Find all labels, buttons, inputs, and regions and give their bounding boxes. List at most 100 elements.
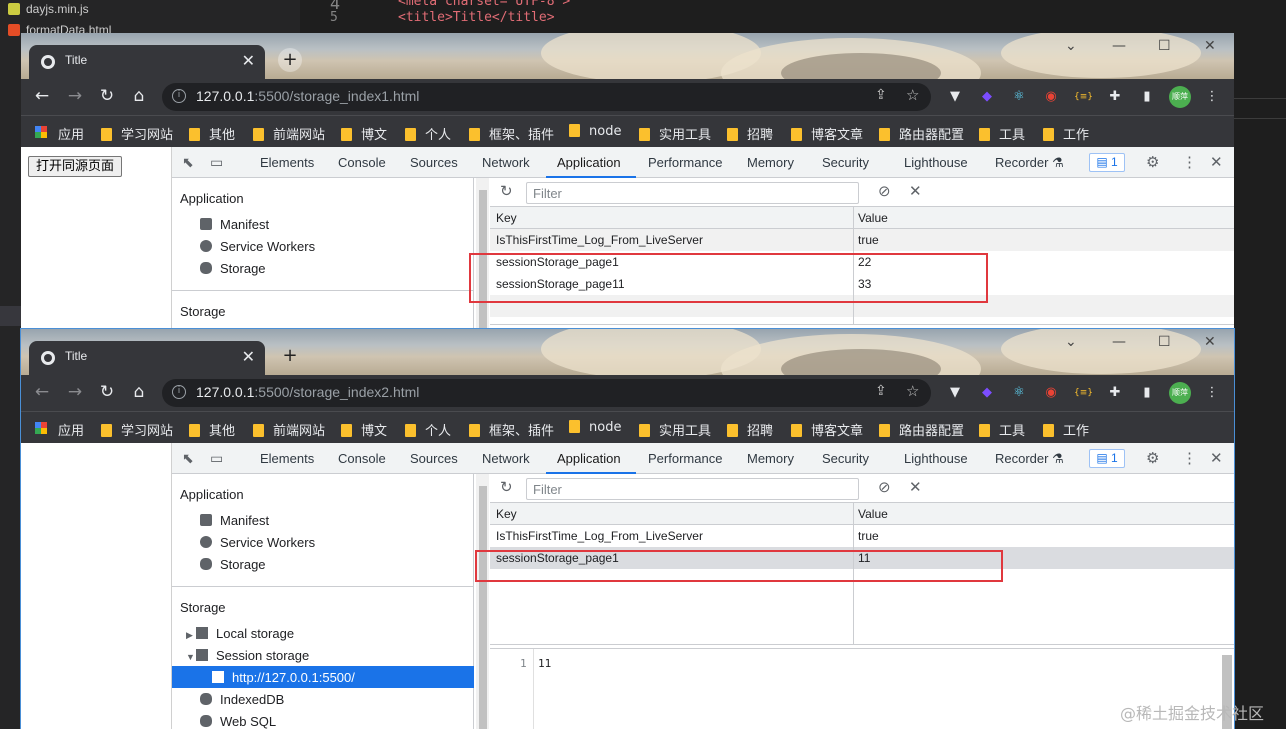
close-devtools-icon[interactable]: ✕ (1210, 449, 1223, 467)
close-window-icon[interactable]: ✕ (1204, 38, 1216, 54)
issues-badge[interactable]: ▤ 1 (1089, 153, 1125, 172)
bookmark-item[interactable]: 博客文章 (791, 420, 863, 439)
bookmark-item[interactable]: 实用工具 (639, 420, 711, 439)
tab-performance[interactable]: Performance (648, 155, 722, 170)
bookmark-item[interactable]: 框架、插件 (469, 124, 554, 143)
gear-icon[interactable]: ⚙ (1146, 153, 1159, 171)
filter-input[interactable]: Filter (526, 182, 859, 204)
tab-memory[interactable]: Memory (747, 155, 794, 170)
delete-selected-icon[interactable]: ✕ (909, 182, 922, 200)
tab-security[interactable]: Security (822, 155, 869, 170)
home-icon[interactable]: ⌂ (128, 86, 150, 106)
bookmark-item[interactable]: 实用工具 (639, 124, 711, 143)
sidebar-item-manifest[interactable]: Manifest (200, 217, 269, 232)
address-bar[interactable]: i 127.0.0.1:5500/storage_index1.html ⇪ ☆ (162, 83, 931, 111)
inspect-icon[interactable]: ⬉ (182, 450, 194, 467)
clear-all-icon[interactable]: ⊘ (878, 478, 891, 496)
device-toolbar-icon[interactable]: ▭ (210, 154, 223, 171)
minimize-icon[interactable]: — (1112, 334, 1126, 350)
tab-sources[interactable]: Sources (410, 155, 458, 170)
share-icon[interactable]: ⇪ (875, 87, 887, 103)
tab-elements[interactable]: Elements (260, 155, 314, 170)
bookmark-item[interactable]: node (569, 420, 621, 435)
maximize-icon[interactable]: ☐ (1158, 38, 1171, 54)
sidebar-item-service-workers[interactable]: Service Workers (200, 535, 315, 550)
sidebar-item-session-origin[interactable]: http://127.0.0.1:5500/ (212, 670, 355, 685)
star-icon[interactable]: ☆ (906, 86, 919, 104)
close-devtools-icon[interactable]: ✕ (1210, 153, 1223, 171)
kebab-menu-icon[interactable]: ⋮ (1203, 88, 1221, 106)
sidebar-item-websql[interactable]: Web SQL (200, 714, 276, 729)
sidebar-item-manifest[interactable]: Manifest (200, 513, 269, 528)
bookmark-item[interactable]: 博文 (341, 124, 387, 143)
tab-sources[interactable]: Sources (410, 451, 458, 466)
sidebar-item-indexeddb[interactable]: IndexedDB (200, 692, 284, 707)
column-header-key[interactable]: Key (496, 507, 517, 521)
address-bar[interactable]: i 127.0.0.1:5500/storage_index2.html ⇪ ☆ (162, 379, 931, 407)
avatar[interactable]: 顺萍 (1169, 382, 1191, 404)
browser-tab[interactable]: Title ✕ (29, 45, 265, 79)
apps-icon[interactable] (35, 126, 47, 138)
tab-memory[interactable]: Memory (747, 451, 794, 466)
tab-elements[interactable]: Elements (260, 451, 314, 466)
bookmark-item[interactable]: 工具 (979, 124, 1025, 143)
bookmark-item[interactable]: 路由器配置 (879, 124, 964, 143)
tab-performance[interactable]: Performance (648, 451, 722, 466)
bookmark-item[interactable]: 个人 (405, 420, 451, 439)
sidebar-item-service-workers[interactable]: Service Workers (200, 239, 315, 254)
react-devtools-icon[interactable]: ⚛ (1010, 384, 1028, 402)
tab-recorder[interactable]: Recorder ⚗ (995, 451, 1064, 467)
tab-lighthouse[interactable]: Lighthouse (904, 155, 968, 170)
column-header-key[interactable]: Key (496, 211, 517, 225)
side-panel-icon[interactable]: ▮ (1138, 88, 1156, 106)
minimize-icon[interactable]: — (1112, 38, 1126, 54)
bookmark-item[interactable]: 个人 (405, 124, 451, 143)
kebab-menu-icon[interactable]: ⋮ (1182, 449, 1197, 467)
bookmark-item[interactable]: 博文 (341, 420, 387, 439)
clear-all-icon[interactable]: ⊘ (878, 182, 891, 200)
column-header-value[interactable]: Value (858, 507, 888, 521)
color-picker-icon[interactable]: ◉ (1042, 384, 1060, 402)
sidebar-item-local-storage[interactable]: ▶ Local storage (186, 626, 294, 641)
json-viewer-icon[interactable]: {≡} (1074, 384, 1093, 402)
side-panel-icon[interactable]: ▮ (1138, 384, 1156, 402)
refresh-icon[interactable]: ↻ (500, 182, 513, 200)
apps-icon[interactable] (35, 422, 47, 434)
info-icon[interactable]: i (172, 89, 186, 103)
new-tab-button[interactable]: + (278, 48, 302, 72)
bookmark-item[interactable]: 招聘 (727, 124, 773, 143)
tab-search-icon[interactable]: ⌄ (1065, 38, 1077, 54)
tab-lighthouse[interactable]: Lighthouse (904, 451, 968, 466)
bookmark-item[interactable]: 应用 (58, 420, 84, 439)
bookmark-item[interactable]: 前端网站 (253, 124, 325, 143)
device-toolbar-icon[interactable]: ▭ (210, 450, 223, 467)
bookmark-item[interactable]: 其他 (189, 420, 235, 439)
star-icon[interactable]: ☆ (906, 382, 919, 400)
table-row[interactable]: IsThisFirstTime_Log_From_LiveServer true (490, 229, 1234, 251)
bookmark-item[interactable]: node (569, 124, 621, 139)
kebab-menu-icon[interactable]: ⋮ (1203, 384, 1221, 402)
sidebar-item-storage[interactable]: Storage (200, 557, 266, 572)
delete-selected-icon[interactable]: ✕ (909, 478, 922, 496)
issues-badge[interactable]: ▤ 1 (1089, 449, 1125, 468)
bookmark-item[interactable]: 其他 (189, 124, 235, 143)
kebab-menu-icon[interactable]: ⋮ (1182, 153, 1197, 171)
column-header-value[interactable]: Value (858, 211, 888, 225)
bookmark-item[interactable]: 学习网站 (101, 124, 173, 143)
sidebar-scrollbar[interactable] (476, 474, 489, 729)
forward-icon[interactable]: → (64, 382, 86, 402)
maximize-icon[interactable]: ☐ (1158, 334, 1171, 350)
vue-devtools-icon[interactable]: ▼ (946, 88, 964, 106)
bookmark-item[interactable]: 工作 (1043, 420, 1089, 439)
tab-network[interactable]: Network (482, 451, 530, 466)
close-tab-icon[interactable]: ✕ (242, 347, 255, 366)
tab-network[interactable]: Network (482, 155, 530, 170)
tab-search-icon[interactable]: ⌄ (1065, 334, 1077, 350)
tab-recorder[interactable]: Recorder ⚗ (995, 155, 1064, 171)
bookmark-item[interactable]: 前端网站 (253, 420, 325, 439)
share-icon[interactable]: ⇪ (875, 383, 887, 399)
home-icon[interactable]: ⌂ (128, 382, 150, 402)
bookmark-item[interactable]: 学习网站 (101, 420, 173, 439)
info-icon[interactable]: i (172, 385, 186, 399)
back-icon[interactable]: ← (31, 86, 53, 106)
